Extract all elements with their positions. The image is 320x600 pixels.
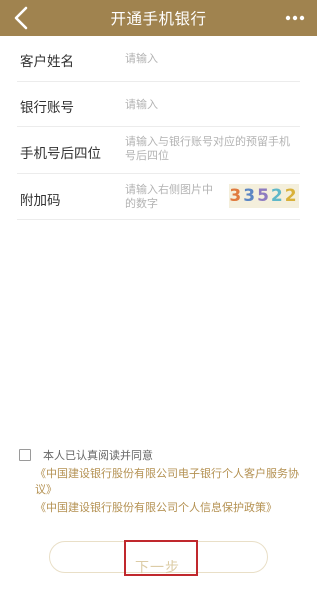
more-button[interactable] xyxy=(283,8,307,28)
captcha-input[interactable]: 请输入右侧图片中的数字 xyxy=(125,183,223,211)
form-row-account: 银行账号 请输入 xyxy=(17,82,300,127)
service-agreement-link[interactable]: 《中国建设银行股份有限公司电子银行个人客户服务协议》 xyxy=(35,466,303,498)
captcha-digit: 2 xyxy=(270,186,285,206)
account-number-input[interactable]: 请输入 xyxy=(125,98,158,112)
name-label: 客户姓名 xyxy=(20,54,74,70)
name-input[interactable]: 请输入 xyxy=(125,52,158,66)
chevron-left-icon xyxy=(14,6,28,30)
app-header: 开通手机银行 xyxy=(0,0,317,36)
page-title: 开通手机银行 xyxy=(110,10,207,28)
captcha-digit: 2 xyxy=(284,186,299,206)
next-button-label: 下一步 xyxy=(135,560,180,576)
captcha-label: 附加码 xyxy=(20,193,61,209)
form-row-phone: 手机号后四位 请输入与银行账号对应的预留手机号后四位 xyxy=(17,127,300,174)
privacy-policy-link[interactable]: 《中国建设银行股份有限公司个人信息保护政策》 xyxy=(35,500,303,516)
phone-last4-label: 手机号后四位 xyxy=(20,146,101,162)
captcha-digit: 5 xyxy=(257,186,271,206)
form-row-captcha: 附加码 请输入右侧图片中的数字 3 3 5 2 2 xyxy=(17,174,300,220)
more-dots-icon xyxy=(285,15,305,21)
account-number-label: 银行账号 xyxy=(20,100,74,116)
captcha-digit: 3 xyxy=(229,186,244,206)
captcha-digit: 3 xyxy=(243,186,258,206)
agree-checkbox[interactable] xyxy=(19,449,31,461)
agree-label: 本人已认真阅读并同意 xyxy=(43,449,153,462)
account-form: 客户姓名 请输入 银行账号 请输入 手机号后四位 请输入与银行账号对应的预留手机… xyxy=(0,36,317,220)
back-button[interactable] xyxy=(8,4,34,32)
form-row-name: 客户姓名 请输入 xyxy=(17,36,300,82)
phone-last4-input[interactable]: 请输入与银行账号对应的预留手机号后四位 xyxy=(125,135,297,163)
captcha-image[interactable]: 3 3 5 2 2 xyxy=(229,184,299,208)
